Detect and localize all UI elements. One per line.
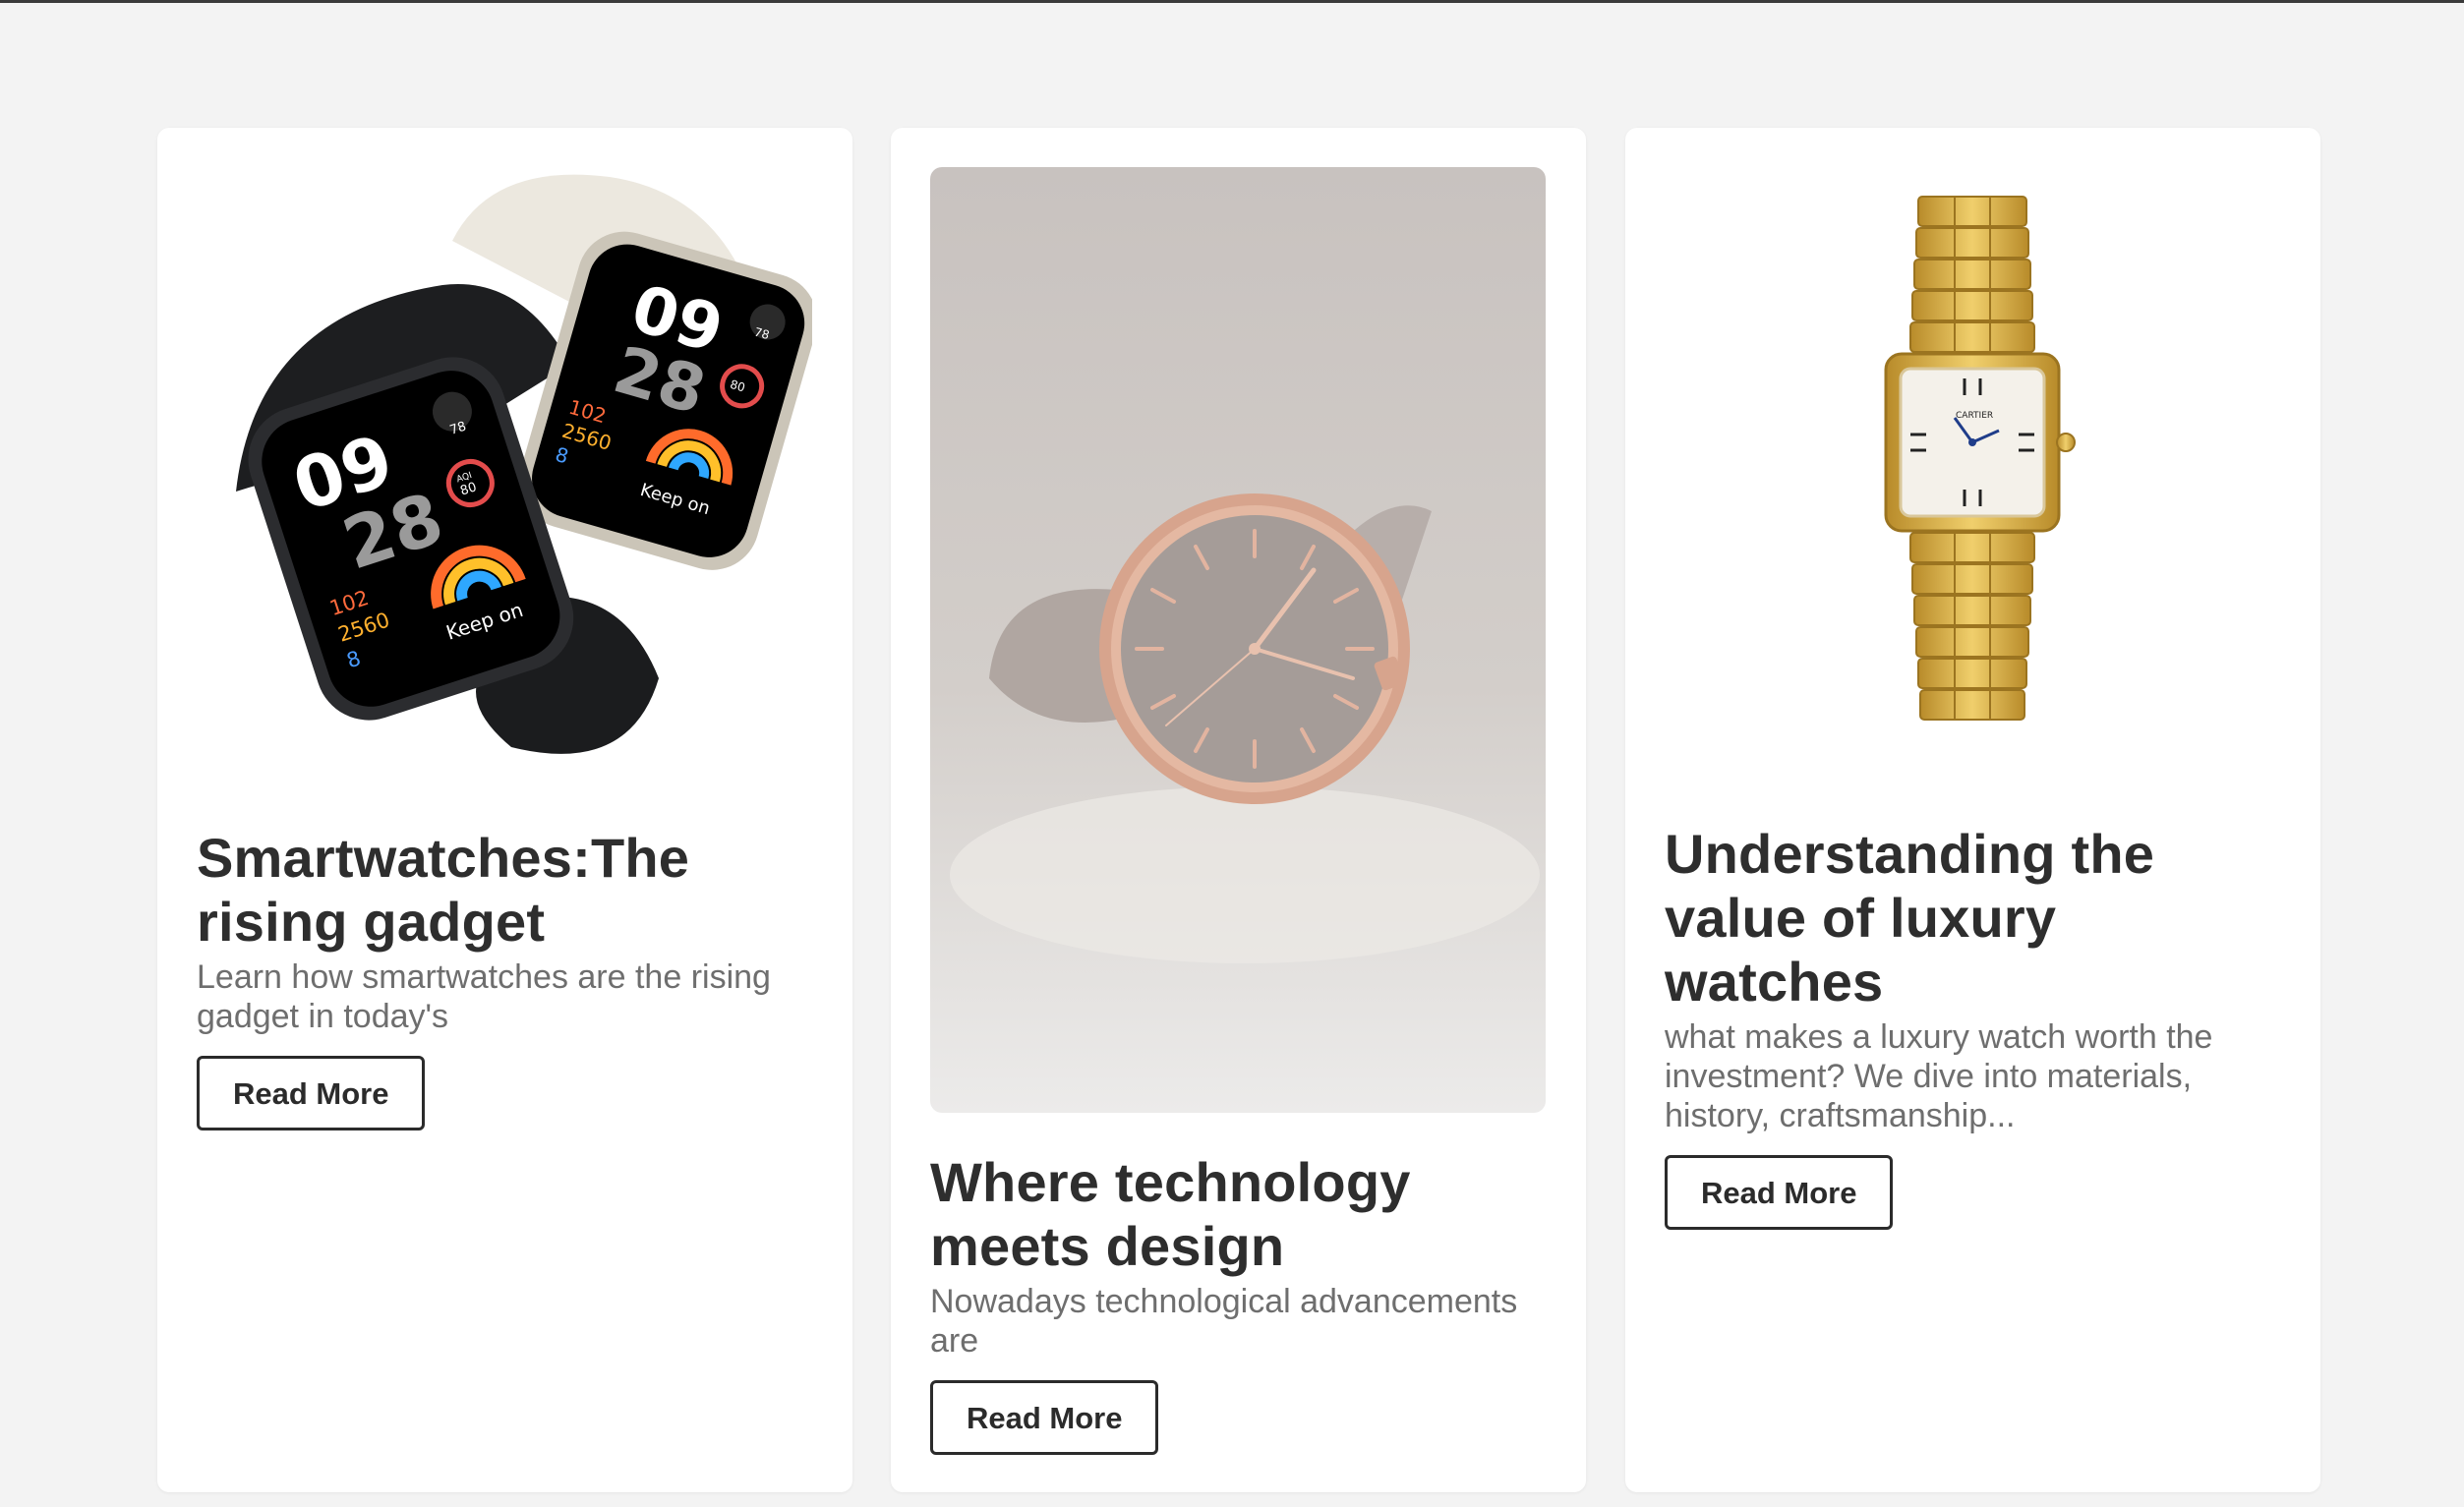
article-card-grid: 09 28 78 80 102 2560 8 Keep on 09 28 78 … [157,128,2320,1492]
card-body: Where technology meets design Nowadays t… [930,1150,1550,1455]
card-title[interactable]: Smartwatches:The rising gadget [197,826,816,954]
luxury-gold-watch-image[interactable]: CARTIER [1665,167,2280,757]
card-body: Understanding the value of luxury watche… [1665,822,2284,1230]
read-more-button[interactable]: Read More [1665,1155,1894,1230]
top-border [0,0,2464,3]
read-more-button[interactable]: Read More [197,1056,426,1130]
card-title[interactable]: Understanding the value of luxury watche… [1665,822,2284,1014]
article-card-smartwatches: 09 28 78 80 102 2560 8 Keep on 09 28 78 … [157,128,852,1492]
article-card-luxury: CARTIER Understanding the value of luxur… [1625,128,2320,1492]
card-excerpt: Nowadays technological advancements are [930,1283,1518,1360]
smartwatches-image[interactable]: 09 28 78 80 102 2560 8 Keep on 09 28 78 … [197,167,812,788]
read-more-button[interactable]: Read More [930,1380,1159,1455]
card-title[interactable]: Where technology meets design [930,1150,1550,1278]
card-excerpt: Learn how smartwatches are the rising ga… [197,958,771,1035]
card-body: Smartwatches:The rising gadget Learn how… [197,826,816,1130]
card-excerpt: what makes a luxury watch worth the inve… [1665,1018,2213,1134]
watch-brand-text: CARTIER [1956,411,1993,421]
article-card-design: Where technology meets design Nowadays t… [891,128,1586,1492]
rose-gold-watch-image[interactable] [930,167,1546,1113]
